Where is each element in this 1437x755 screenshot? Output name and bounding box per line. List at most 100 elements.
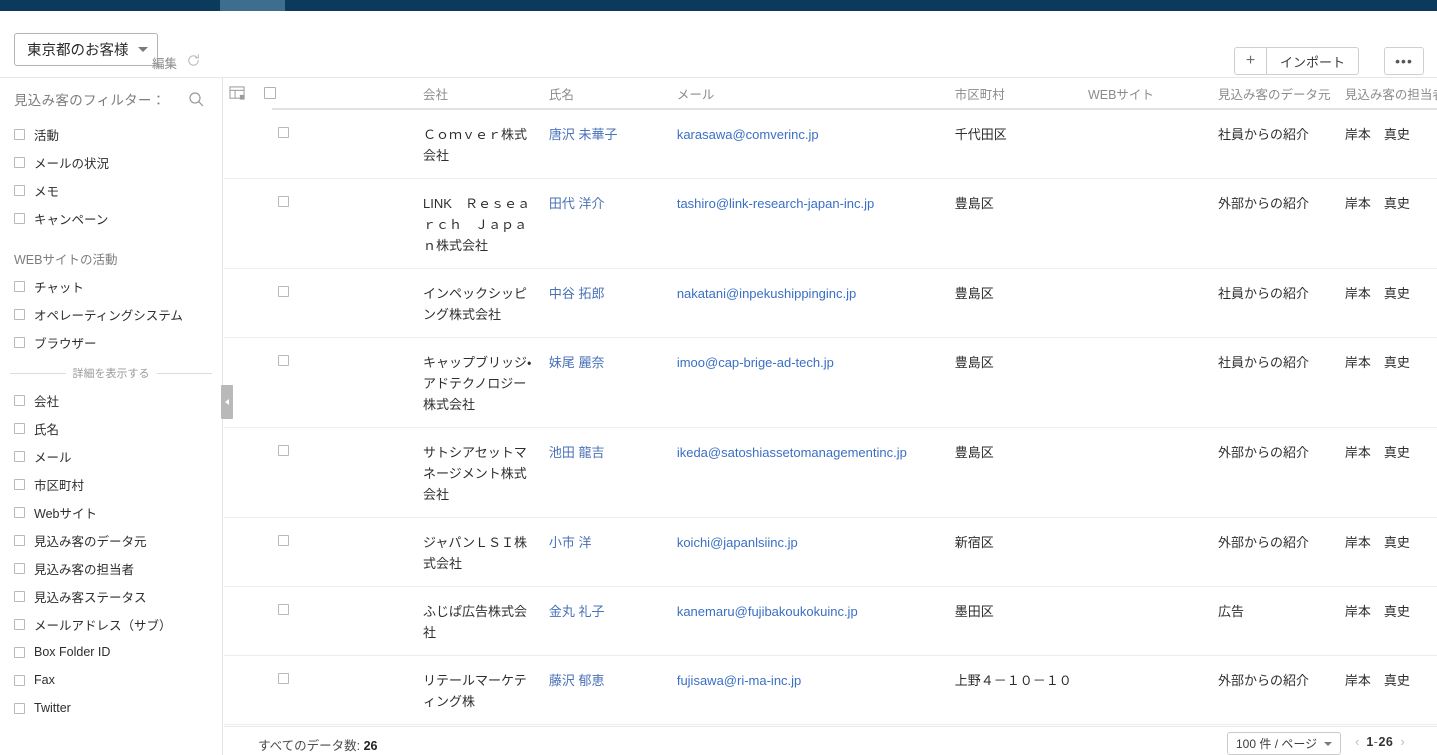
- detail-filter-item-5[interactable]: 見込み客のデータ元: [0, 526, 222, 554]
- detail-filter-item-10[interactable]: Fax: [0, 666, 222, 694]
- row-checkbox[interactable]: [278, 444, 290, 456]
- table-row[interactable]: LINK Ｒｅｓｅａｒｃｈ Ｊａｐａｎ株式会社 田代 洋介 tashiro@link…: [224, 178, 1437, 269]
- leads-table-container[interactable]: 会社 氏名 メール 市区町村 WEBサイト 見込み客のデータ元 見込み客の担当者…: [224, 78, 1437, 726]
- checkbox-icon[interactable]: [14, 156, 25, 168]
- row-checkbox[interactable]: [278, 672, 290, 684]
- cell-name-text[interactable]: 金丸 礼子: [549, 604, 605, 619]
- cell-mail-text[interactable]: imoo@cap-brige-ad-tech.jp: [677, 355, 834, 370]
- checkbox-icon[interactable]: [14, 184, 25, 196]
- show-detail-link[interactable]: 詳細を表示する: [66, 365, 157, 381]
- cell-mail-text[interactable]: nakatani@inpekushippinginc.jp: [677, 286, 856, 301]
- cell-mail[interactable]: kanemaru@fujibakoukokuinc.jp: [672, 586, 951, 656]
- table-row[interactable]: サトシアセットマネージメント株式会社 池田 龍吉 ikeda@satoshiasse…: [224, 427, 1437, 518]
- cell-mail[interactable]: tashiro@link-research-japan-inc.jp: [672, 178, 951, 269]
- column-header-city[interactable]: 市区町村: [950, 78, 1084, 110]
- row-checkbox[interactable]: [278, 195, 290, 207]
- edit-view-link[interactable]: 編集: [152, 53, 177, 72]
- checkbox-icon[interactable]: [14, 394, 25, 406]
- table-row[interactable]: ふじぱ広告株式会社 金丸 礼子 kanemaru@fujibakoukokuinc.…: [224, 586, 1437, 656]
- detail-filter-item-1[interactable]: 氏名: [0, 414, 222, 442]
- cell-mail[interactable]: fujisawa@ri-ma-inc.jp: [672, 655, 951, 725]
- add-lead-button[interactable]: +: [1235, 48, 1267, 74]
- column-header-owner[interactable]: 見込み客の担当者: [1340, 78, 1437, 110]
- cell-name[interactable]: 妹尾 麗奈: [544, 337, 673, 428]
- detail-filter-item-4[interactable]: Webサイト: [0, 498, 222, 526]
- checkbox-icon[interactable]: [14, 646, 25, 658]
- checkbox-icon[interactable]: [14, 590, 25, 602]
- detail-filter-item-2[interactable]: メール: [0, 442, 222, 470]
- web-filter-item-0[interactable]: チャット: [0, 272, 222, 300]
- cell-mail-text[interactable]: karasawa@comverinc.jp: [677, 127, 819, 142]
- checkbox-icon[interactable]: [14, 422, 25, 434]
- detail-filter-item-7[interactable]: 見込み客ステータス: [0, 582, 222, 610]
- checkbox-icon[interactable]: [14, 562, 25, 574]
- cell-mail[interactable]: koichi@japanlsiinc.jp: [672, 517, 951, 587]
- table-row[interactable]: インペックシッピング株式会社 中谷 拓郎 nakatani@inpekushippi…: [224, 268, 1437, 338]
- filter-item-3[interactable]: キャンペーン: [0, 204, 222, 232]
- cell-mail[interactable]: ikeda@satoshiassetomanagementinc.jp: [672, 427, 951, 518]
- filter-item-2[interactable]: メモ: [0, 176, 222, 204]
- cell-name-text[interactable]: 中谷 拓郎: [549, 286, 605, 301]
- cell-mail-text[interactable]: fujisawa@ri-ma-inc.jp: [677, 673, 801, 688]
- cell-mail-text[interactable]: koichi@japanlsiinc.jp: [677, 535, 798, 550]
- cell-name[interactable]: 池田 龍吉: [544, 427, 673, 518]
- cell-name[interactable]: 藤沢 郁恵: [544, 655, 673, 725]
- column-header-source[interactable]: 見込み客のデータ元: [1213, 78, 1341, 110]
- prev-page-button[interactable]: ‹: [1355, 734, 1359, 749]
- cell-name[interactable]: 田代 洋介: [544, 178, 673, 269]
- column-settings-icon[interactable]: [229, 86, 246, 101]
- cell-mail-text[interactable]: kanemaru@fujibakoukokuinc.jp: [677, 604, 858, 619]
- checkbox-icon[interactable]: [14, 128, 25, 140]
- detail-filter-item-8[interactable]: メールアドレス（サブ）: [0, 610, 222, 638]
- filter-item-0[interactable]: 活動: [0, 120, 222, 148]
- checkbox-icon[interactable]: [14, 674, 25, 686]
- cell-name-text[interactable]: 池田 龍吉: [549, 445, 605, 460]
- cell-name-text[interactable]: 妹尾 麗奈: [549, 355, 605, 370]
- import-button[interactable]: インポート: [1267, 48, 1358, 74]
- detail-filter-item-11[interactable]: Twitter: [0, 694, 222, 722]
- checkbox-icon[interactable]: [14, 212, 25, 224]
- cell-name-text[interactable]: 小市 洋: [549, 535, 592, 550]
- cell-mail-text[interactable]: ikeda@satoshiassetomanagementinc.jp: [677, 445, 907, 460]
- checkbox-icon[interactable]: [14, 702, 25, 714]
- cell-name[interactable]: 唐沢 未華子: [544, 109, 673, 179]
- next-page-button[interactable]: ›: [1400, 734, 1404, 749]
- checkbox-icon[interactable]: [14, 308, 25, 320]
- select-all-checkbox[interactable]: [264, 87, 276, 100]
- cell-name-text[interactable]: 藤沢 郁恵: [549, 673, 605, 688]
- search-icon[interactable]: [188, 91, 204, 107]
- row-checkbox[interactable]: [278, 354, 290, 366]
- cell-mail[interactable]: karasawa@comverinc.jp: [672, 109, 951, 179]
- column-header-mail[interactable]: メール: [672, 78, 951, 110]
- checkbox-icon[interactable]: [14, 450, 25, 462]
- cell-mail[interactable]: nakatani@inpekushippinginc.jp: [672, 268, 951, 338]
- row-checkbox[interactable]: [278, 603, 290, 615]
- detail-filter-item-6[interactable]: 見込み客の担当者: [0, 554, 222, 582]
- cell-name[interactable]: 中谷 拓郎: [544, 268, 673, 338]
- cell-name-text[interactable]: 唐沢 未華子: [549, 127, 618, 142]
- cell-name[interactable]: 金丸 礼子: [544, 586, 673, 656]
- detail-filter-item-9[interactable]: Box Folder ID: [0, 638, 222, 666]
- column-header-website[interactable]: WEBサイト: [1083, 78, 1214, 110]
- detail-filter-item-3[interactable]: 市区町村: [0, 470, 222, 498]
- checkbox-icon[interactable]: [14, 336, 25, 348]
- checkbox-icon[interactable]: [14, 478, 25, 490]
- per-page-selector[interactable]: 100 件 / ページ: [1227, 732, 1342, 755]
- table-row[interactable]: Ｃｏｍｖｅｒ株式会社 唐沢 未華子 karasawa@comverinc.jp 千代田…: [224, 109, 1437, 179]
- cell-mail[interactable]: imoo@cap-brige-ad-tech.jp: [672, 337, 951, 428]
- filter-item-1[interactable]: メールの状況: [0, 148, 222, 176]
- checkbox-icon[interactable]: [14, 280, 25, 292]
- top-bar-active-tab[interactable]: [220, 0, 285, 11]
- column-header-company[interactable]: 会社: [419, 78, 545, 110]
- cell-name[interactable]: 小市 洋: [544, 517, 673, 587]
- row-checkbox[interactable]: [278, 126, 290, 138]
- web-filter-item-1[interactable]: オペレーティングシステム: [0, 300, 222, 328]
- checkbox-icon[interactable]: [14, 618, 25, 630]
- more-actions-button[interactable]: •••: [1384, 47, 1424, 75]
- checkbox-icon[interactable]: [14, 506, 25, 518]
- view-selector-dropdown[interactable]: 東京都のお客様: [14, 33, 158, 66]
- checkbox-icon[interactable]: [14, 534, 25, 546]
- row-checkbox[interactable]: [278, 285, 290, 297]
- cell-mail-text[interactable]: tashiro@link-research-japan-inc.jp: [677, 196, 874, 211]
- detail-filter-item-0[interactable]: 会社: [0, 386, 222, 414]
